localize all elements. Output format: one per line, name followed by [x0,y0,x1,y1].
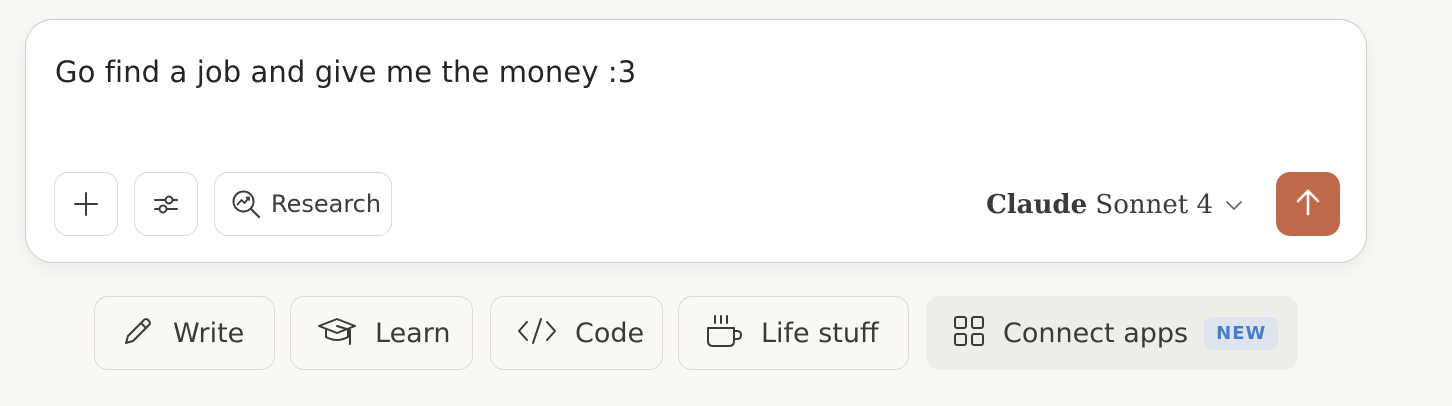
coffee-cup-icon [705,313,743,353]
suggestion-write[interactable]: Write [94,296,275,370]
suggestion-learn[interactable]: Learn [290,296,473,370]
code-icon [517,316,557,350]
model-version: Sonnet 4 [1095,190,1213,220]
send-button[interactable] [1276,172,1340,236]
suggestion-code[interactable]: Code [490,296,663,370]
suggestion-label: Connect apps [1003,317,1189,349]
suggestion-label: Write [173,317,245,349]
model-selector[interactable]: Claude Sonnet 4 [986,185,1243,225]
message-composer: Go find a job and give me the money :3 R… [25,19,1367,263]
grid-apps-icon [953,315,985,351]
research-magnifier-icon [231,189,261,219]
suggestion-label: Life stuff [761,317,879,349]
plus-icon [72,190,100,218]
sliders-icon [152,190,180,218]
research-label: Research [271,190,382,218]
add-attachment-button[interactable] [54,172,118,236]
suggestion-connect-apps[interactable]: Connect apps NEW [926,296,1298,370]
model-name: Claude Sonnet 4 [986,190,1213,220]
new-badge: NEW [1204,316,1279,350]
model-brand: Claude [986,190,1088,220]
chevron-down-icon [1225,196,1243,215]
prompt-input[interactable]: Go find a job and give me the money :3 [55,55,636,89]
graduation-cap-icon [317,314,357,352]
arrow-up-icon [1294,187,1322,221]
suggestion-label: Learn [375,317,451,349]
research-button[interactable]: Research [214,172,392,236]
suggestion-label: Code [575,317,645,349]
pencil-icon [121,314,155,352]
suggestion-life-stuff[interactable]: Life stuff [678,296,909,370]
tools-settings-button[interactable] [134,172,198,236]
